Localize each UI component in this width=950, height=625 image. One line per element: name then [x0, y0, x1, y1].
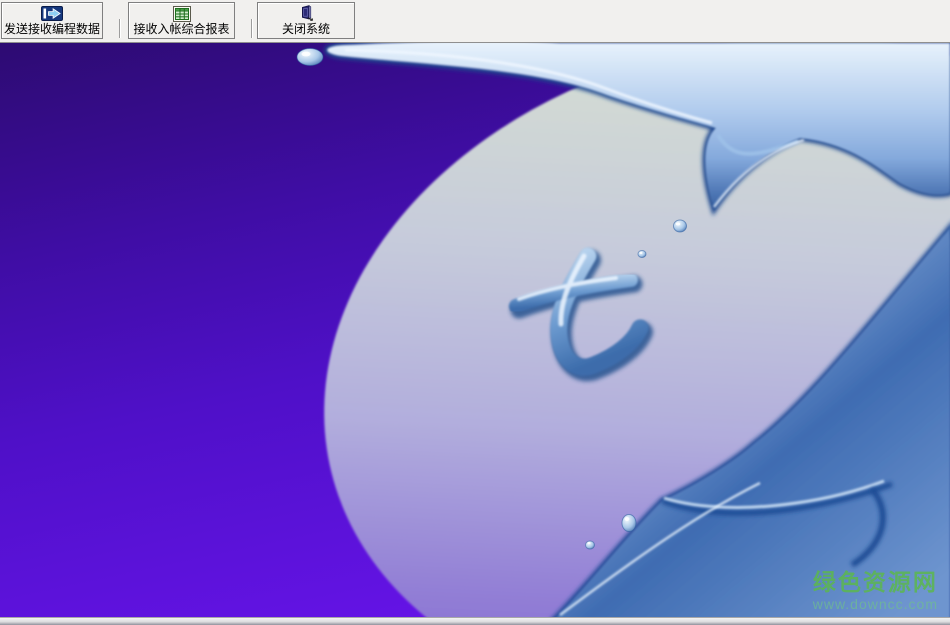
- report-table-icon: [172, 5, 191, 22]
- send-receive-data-icon: [41, 5, 63, 22]
- close-system-button[interactable]: 关闭系统: [257, 2, 355, 39]
- send-receive-data-label: 发送接收编程数据: [3, 22, 100, 36]
- toolbar: 发送接收编程数据 接收入帐综合报表 关闭系统: [0, 0, 950, 43]
- watermark-site-name: 绿色资源网: [812, 569, 938, 595]
- receive-report-label: 接收入帐综合报表: [133, 22, 230, 36]
- exit-system-icon: [298, 5, 315, 22]
- watermark-site-url: www.downcc.com: [812, 596, 938, 613]
- watermark: 绿色资源网 www.downcc.com: [812, 569, 938, 613]
- toolbar-separator: [251, 19, 252, 38]
- toolbar-separator: [119, 19, 120, 38]
- send-receive-data-button[interactable]: 发送接收编程数据: [1, 2, 103, 39]
- receive-report-button[interactable]: 接收入帐综合报表: [128, 2, 235, 39]
- window-bottom-edge: [0, 617, 950, 625]
- application-window: 发送接收编程数据 接收入帐综合报表 关闭系统 绿色资源网 www.downcc.…: [0, 0, 950, 625]
- desktop-wallpaper: 绿色资源网 www.downcc.com: [0, 43, 950, 617]
- liquid-art: [296, 43, 950, 617]
- close-system-label: 关闭系统: [281, 22, 330, 36]
